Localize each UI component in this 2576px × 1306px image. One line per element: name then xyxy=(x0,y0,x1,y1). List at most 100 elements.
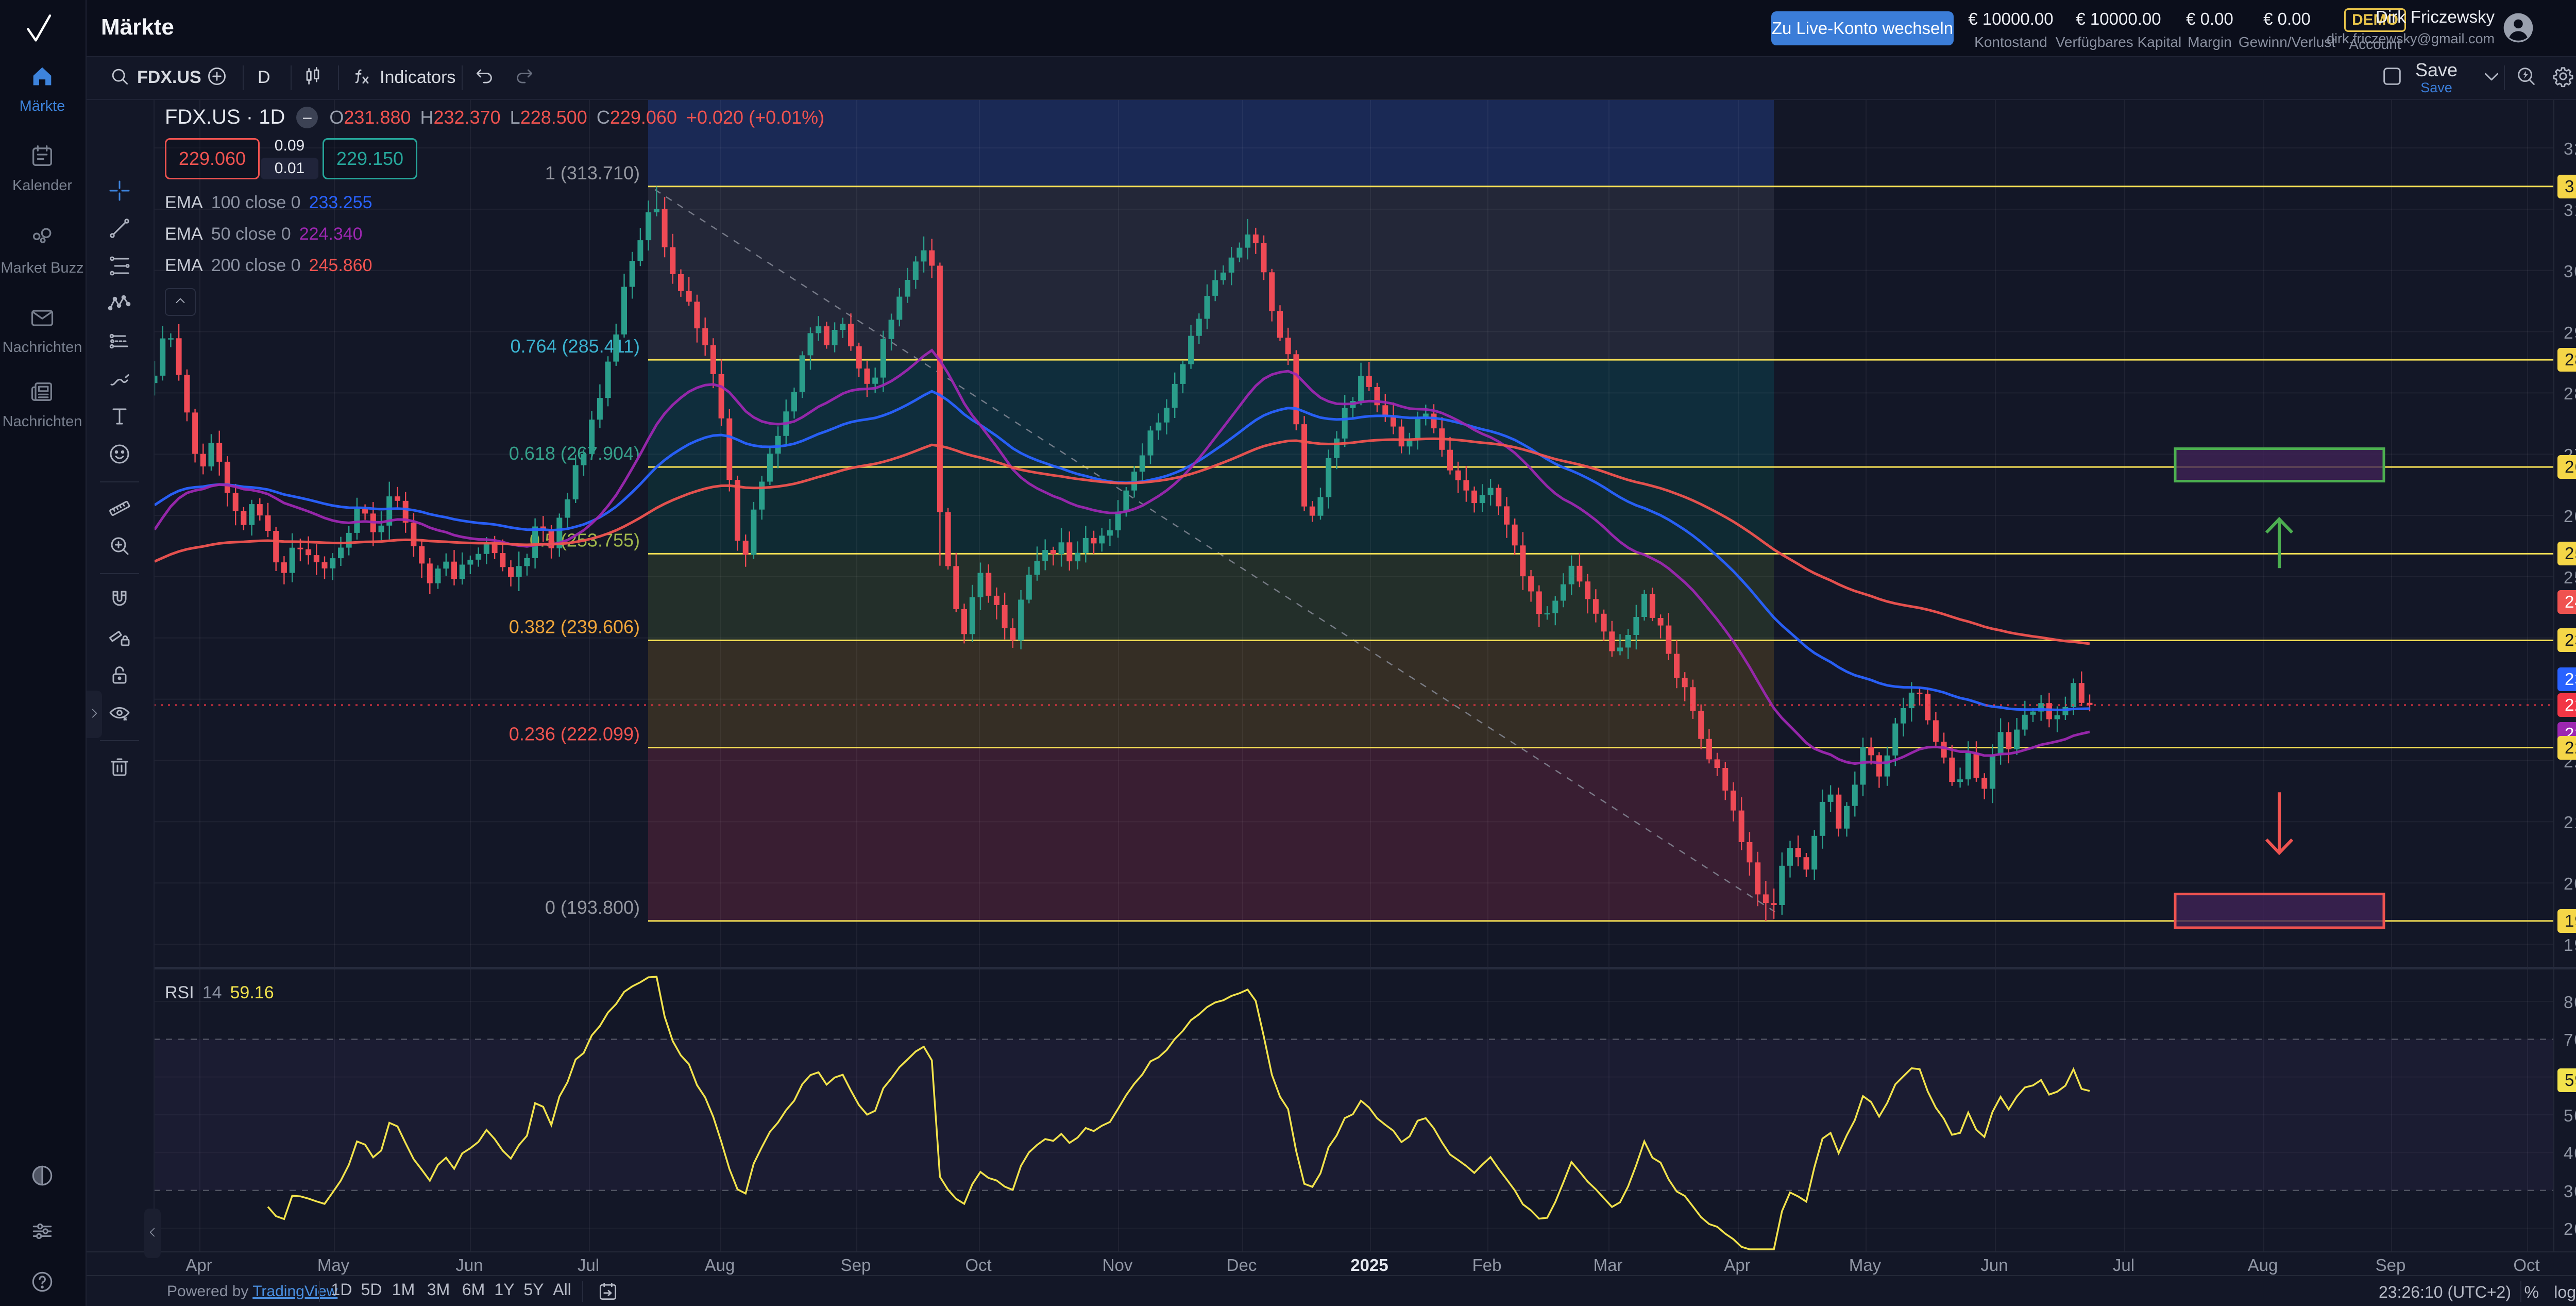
price-tick: 250.000 xyxy=(2564,568,2576,588)
ohlc-item: L228.500 xyxy=(510,107,587,128)
sidebar-item-kalender[interactable]: Kalender xyxy=(0,142,84,194)
lock-all-tool[interactable] xyxy=(103,659,136,692)
compare-add-symbol-button[interactable] xyxy=(206,56,228,99)
price-badge: 239.606 xyxy=(2557,628,2576,652)
search-icon xyxy=(108,65,131,90)
theme-toggle-button[interactable] xyxy=(0,1163,84,1191)
chart-style-button[interactable] xyxy=(301,56,324,99)
text-tool[interactable] xyxy=(103,400,136,433)
account-metric: € 0.00Margin xyxy=(2186,0,2233,56)
sell-button[interactable]: 229.060 xyxy=(165,138,260,179)
rsi-name: RSI xyxy=(165,983,194,1003)
go-to-date-button[interactable] xyxy=(597,1280,619,1303)
ruler-tool[interactable] xyxy=(103,492,136,525)
ohlc-key: H xyxy=(420,107,434,128)
long-short-position-tool[interactable] xyxy=(103,325,136,358)
panel-expand-handle[interactable] xyxy=(87,691,102,738)
sliders-icon xyxy=(29,1218,55,1247)
range-button-3m[interactable]: 3M xyxy=(427,1280,450,1299)
range-button-1d[interactable]: 1D xyxy=(331,1280,352,1299)
ema-legend-row[interactable]: EMA50 close 0224.340 xyxy=(165,224,824,244)
zoom-in-tool[interactable] xyxy=(103,529,136,562)
legend-symbol-title[interactable]: FDX.US · 1D xyxy=(165,106,285,129)
metric-value: € 0.00 xyxy=(2239,9,2335,29)
pane-separator[interactable] xyxy=(87,967,2576,969)
brand-checkmark-logo[interactable] xyxy=(22,11,56,45)
user-email: dirk.friczewsky@gmail.com xyxy=(2327,31,2495,47)
tradingview-link[interactable]: TradingView xyxy=(252,1283,337,1300)
brush-tool[interactable] xyxy=(103,362,136,395)
crosshair-tool[interactable] xyxy=(103,174,136,207)
time-tick: Nov xyxy=(1103,1255,1133,1275)
help-button[interactable] xyxy=(0,1269,84,1297)
save-sub-label: Save xyxy=(2415,80,2458,96)
flash-search-icon xyxy=(2514,64,2538,91)
remove-objects-tool[interactable] xyxy=(103,750,136,783)
home-icon xyxy=(29,63,56,92)
ema-value: 245.860 xyxy=(309,256,372,276)
toolbar-divider xyxy=(100,573,139,574)
indicators-button[interactable]: Indicators xyxy=(351,56,455,99)
layout-button[interactable] xyxy=(2380,56,2404,99)
chart-module: FDX.US D Indicators Save Save xyxy=(87,56,2576,1306)
ema-params: 100 close 0 xyxy=(211,193,301,213)
undo-button[interactable] xyxy=(473,56,496,99)
sidebar-item-märkte[interactable]: Märkte xyxy=(0,63,84,115)
range-button-6m[interactable]: 6M xyxy=(462,1280,485,1299)
sidebar-item-market-buzz[interactable]: Market Buzz xyxy=(0,225,84,277)
avatar[interactable] xyxy=(2501,10,2536,45)
price-tick: 310.000 xyxy=(2564,200,2576,220)
chart-settings-button[interactable] xyxy=(2551,56,2575,99)
price-badge: 253.755 xyxy=(2557,542,2576,565)
magnet-tool[interactable] xyxy=(103,583,136,616)
price-tick: 300.000 xyxy=(2564,262,2576,281)
save-dropdown-button[interactable] xyxy=(2480,56,2503,99)
time-tick: 2025 xyxy=(1350,1255,1388,1275)
clock[interactable]: 23:26:10 (UTC+2) xyxy=(2379,1283,2511,1302)
range-button-1m[interactable]: 1M xyxy=(392,1280,415,1299)
stay-in-drawing-mode-tool[interactable] xyxy=(103,621,136,654)
price-axis[interactable]: 320.000310.000300.000290.000280.000270.0… xyxy=(2553,100,2576,1251)
time-axis[interactable]: AprMayJunJulAugSepOctNovDec2025FebMarApr… xyxy=(87,1251,2576,1276)
legend-collapse-button[interactable] xyxy=(165,288,196,316)
symbol-search[interactable]: FDX.US xyxy=(108,56,201,99)
price-badge: 193.800 xyxy=(2557,909,2576,933)
rsi-period: 14 xyxy=(202,983,222,1003)
chevron-left-icon xyxy=(146,1226,159,1242)
interval-button[interactable]: D xyxy=(258,56,270,99)
toolbar-divider xyxy=(100,740,139,741)
save-button[interactable]: Save Save xyxy=(2415,59,2458,96)
metric-label: Kontostand xyxy=(1968,34,2053,51)
sidebar-item-nachrichten[interactable]: Nachrichten xyxy=(0,304,84,356)
layout-icon xyxy=(2380,64,2404,91)
range-button-all[interactable]: All xyxy=(553,1280,571,1299)
ohlc-item: H232.370 xyxy=(420,107,501,128)
legend-hide-button[interactable]: – xyxy=(296,107,318,128)
range-button-5y[interactable]: 5Y xyxy=(523,1280,544,1299)
time-tick: May xyxy=(317,1255,349,1275)
sidebar-item-nachrichten[interactable]: Nachrichten xyxy=(0,378,84,430)
dr awing-toolbar-collapse-handle[interactable] xyxy=(144,1209,161,1258)
quick-search-button[interactable] xyxy=(2514,56,2538,99)
ema-legend-row[interactable]: EMA200 close 0245.860 xyxy=(165,256,824,276)
buy-button[interactable]: 229.150 xyxy=(323,138,417,179)
scale-button-log[interactable]: log xyxy=(2554,1283,2576,1302)
redo-button[interactable] xyxy=(513,56,535,99)
emoji-tool[interactable] xyxy=(103,438,136,471)
preferences-button[interactable] xyxy=(0,1218,84,1247)
ohlc-key: O xyxy=(329,107,344,128)
ema-params: 50 close 0 xyxy=(211,224,291,244)
range-button-5d[interactable]: 5D xyxy=(361,1280,382,1299)
svg-text:0.236 (222.099): 0.236 (222.099) xyxy=(509,724,640,745)
fib-retracement-tool[interactable] xyxy=(103,249,136,282)
ema-legend-row[interactable]: EMA100 close 0233.255 xyxy=(165,193,824,213)
ema-value: 224.340 xyxy=(299,224,363,244)
switch-to-live-account-button[interactable]: Zu Live-Konto wechseln xyxy=(1771,11,1954,45)
xabcd-pattern-tool[interactable] xyxy=(103,287,136,320)
account-metric: € 10000.00Kontostand xyxy=(1968,0,2053,56)
hide-all-tool[interactable] xyxy=(103,696,136,729)
sidebar-item-label: Nachrichten xyxy=(3,413,82,430)
range-button-1y[interactable]: 1Y xyxy=(494,1280,514,1299)
trend-line-tool[interactable] xyxy=(103,212,136,245)
scale-button-%[interactable]: % xyxy=(2524,1283,2539,1302)
